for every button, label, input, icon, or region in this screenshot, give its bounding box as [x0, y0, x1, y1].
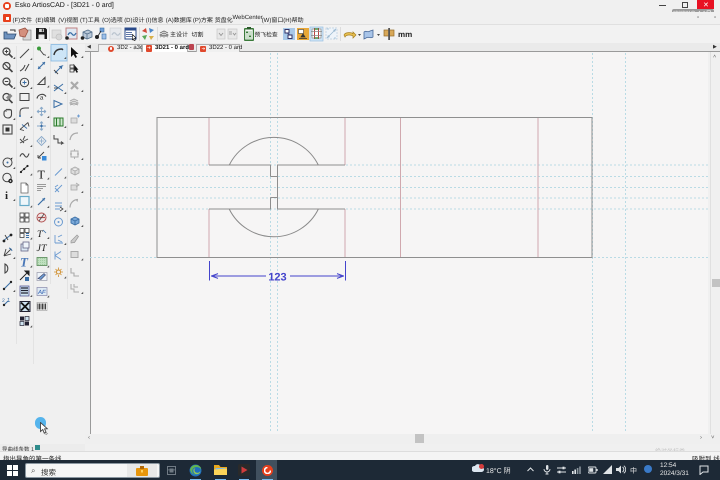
svg-text:JT: JT: [37, 243, 48, 254]
svg-text:mm: mm: [398, 30, 412, 39]
svg-text:切割: 切割: [192, 31, 204, 39]
svg-text:123: 123: [268, 271, 286, 283]
svg-text:主设计: 主设计: [170, 31, 188, 39]
svg-text:T: T: [38, 168, 46, 182]
svg-text:AF: AF: [37, 289, 46, 296]
svg-text:预飞检查: 预飞检查: [255, 32, 278, 39]
svg-text:2: 2: [2, 298, 5, 304]
svg-text:T: T: [20, 255, 29, 270]
svg-text:i: i: [5, 190, 8, 202]
